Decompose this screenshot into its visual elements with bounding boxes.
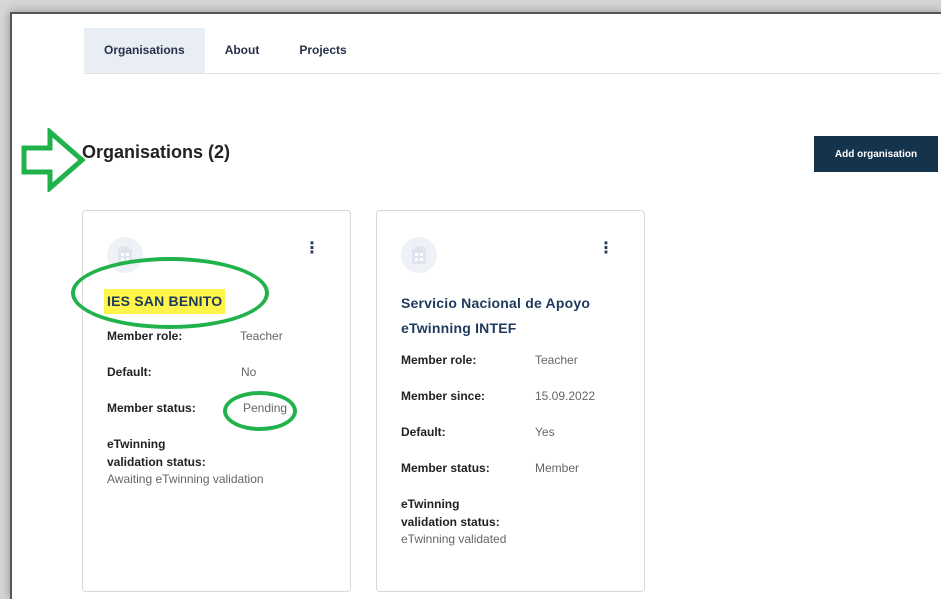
add-organisation-button[interactable]: Add organisation bbox=[814, 136, 938, 172]
arrow-right-icon bbox=[21, 128, 86, 192]
member-since-label: Member since: bbox=[401, 389, 486, 403]
validation-status-label-line2: validation status: bbox=[401, 515, 500, 529]
default-label: Default: bbox=[401, 425, 446, 439]
default-value: Yes bbox=[535, 425, 555, 439]
organisation-name[interactable]: Servicio Nacional de Apoyo eTwinning INT… bbox=[401, 291, 631, 341]
organisation-name-line2: eTwinning INTEF bbox=[401, 320, 517, 336]
tab-organisations[interactable]: Organisations bbox=[84, 28, 205, 73]
validation-status-label-line1: eTwinning bbox=[107, 437, 166, 451]
validation-status-label-line2: validation status: bbox=[107, 455, 206, 469]
tab-bar: Organisations About Projects bbox=[84, 28, 941, 74]
page-title: Organisations (2) bbox=[82, 142, 231, 162]
default-label: Default: bbox=[107, 365, 152, 379]
organisation-card: ⋮ IES SAN BENITO Member role: Teacher De… bbox=[71, 210, 351, 592]
kebab-menu-icon[interactable]: ⋮ bbox=[304, 241, 320, 257]
organisation-name-line1: Servicio Nacional de Apoyo bbox=[401, 295, 591, 311]
kebab-menu-icon[interactable]: ⋮ bbox=[598, 241, 614, 257]
member-status-value: Member bbox=[535, 461, 580, 475]
organisation-card: ⋮ Servicio Nacional de Apoyo eTwinning I… bbox=[376, 210, 645, 592]
validation-status-value: Awaiting eTwinning validation bbox=[107, 472, 264, 486]
member-status-label: Member status: bbox=[107, 401, 196, 415]
validation-status: eTwinning validation status: Awaiting eT… bbox=[107, 435, 264, 487]
organisation-name[interactable]: IES SAN BENITO bbox=[104, 289, 226, 314]
validation-status-label-line1: eTwinning bbox=[401, 497, 460, 511]
tab-projects[interactable]: Projects bbox=[279, 28, 366, 73]
tab-about[interactable]: About bbox=[205, 28, 280, 73]
browser-frame: Organisations About Projects Organisatio… bbox=[10, 12, 941, 599]
member-role-value: Teacher bbox=[240, 329, 283, 343]
member-status-value: Pending bbox=[243, 401, 288, 415]
default-value: No bbox=[241, 365, 257, 379]
member-status-label: Member status: bbox=[401, 461, 490, 475]
validation-status-value: eTwinning validated bbox=[401, 532, 507, 546]
organisation-logo-icon bbox=[401, 237, 437, 273]
member-since-value: 15.09.2022 bbox=[535, 389, 596, 403]
member-role-label: Member role: bbox=[401, 353, 477, 367]
organisation-logo-icon bbox=[107, 237, 143, 273]
validation-status: eTwinning validation status: eTwinning v… bbox=[401, 495, 506, 547]
member-role-value: Teacher bbox=[535, 353, 578, 367]
member-role-label: Member role: bbox=[107, 329, 183, 343]
